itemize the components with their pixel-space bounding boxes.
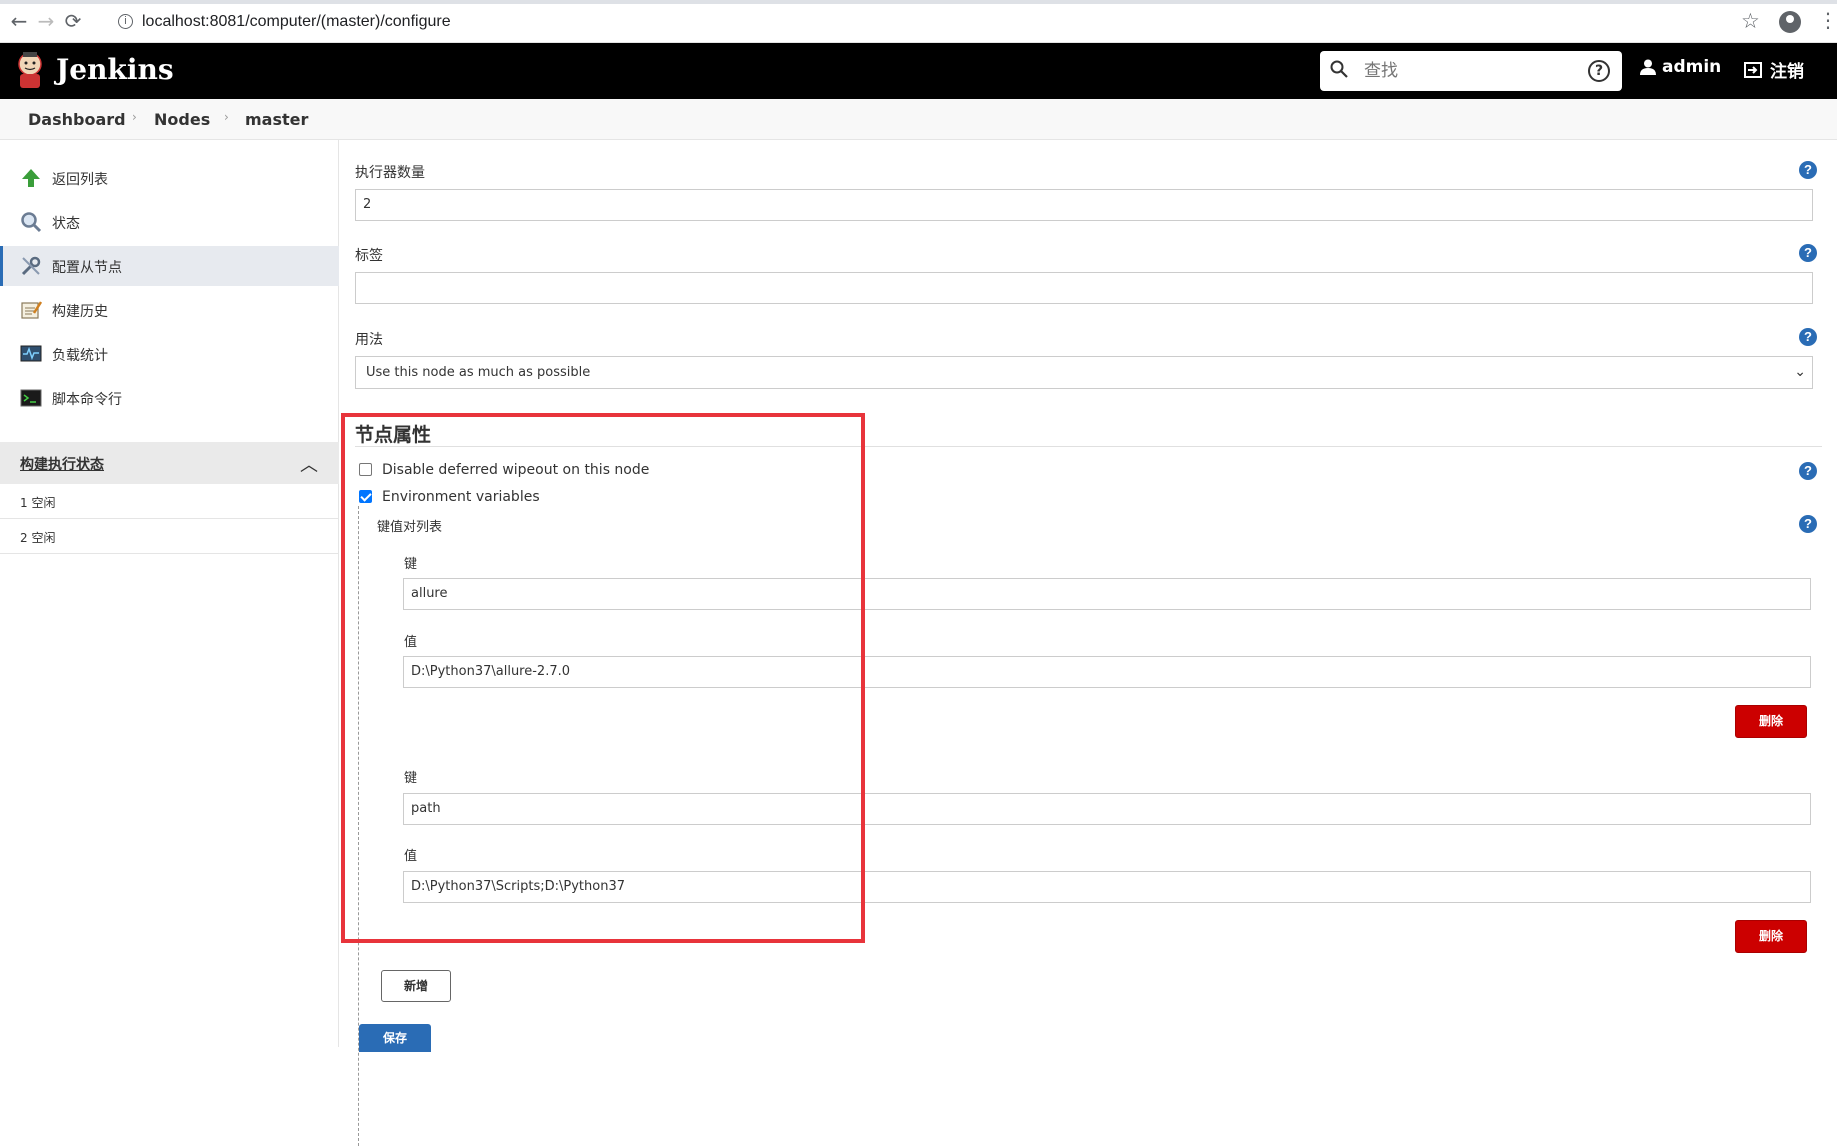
notepad-icon <box>21 301 42 319</box>
reload-icon[interactable]: ⟳ <box>62 10 84 32</box>
collapse-chevron-icon[interactable]: ︿ <box>300 451 318 477</box>
magnifier-icon <box>21 212 42 233</box>
usage-help-icon[interactable]: ? <box>1799 328 1817 346</box>
labels-label: 标签 <box>355 248 383 264</box>
search-help-icon[interactable]: ? <box>1588 60 1610 82</box>
key-label: 键 <box>404 771 418 786</box>
key-label: 键 <box>404 557 418 572</box>
executor-row: 1 空闲 <box>0 484 339 519</box>
env-value-input[interactable]: D:\Python37\Scripts;D:\Python37 <box>403 871 1811 903</box>
site-info-icon[interactable]: i <box>118 14 133 29</box>
user-icon <box>1640 59 1656 75</box>
browser-toolbar: ← → ⟳ i localhost:8081/computer/(master)… <box>0 0 1837 43</box>
executor-row: 2 空闲 <box>0 519 339 554</box>
sidebar-item-configure[interactable]: 配置从节点 <box>0 246 339 286</box>
sidebar-item-status[interactable]: 状态 <box>0 202 339 242</box>
bookmark-star-icon[interactable]: ☆ <box>1741 9 1760 33</box>
sidebar-item-label: 配置从节点 <box>52 260 122 276</box>
sidebar-item-script-console[interactable]: 脚本命令行 <box>0 378 339 418</box>
browser-menu-icon[interactable]: ⋮ <box>1818 8 1837 32</box>
logout-label[interactable]: 注销 <box>1770 57 1804 82</box>
executor-status-text: 2 空闲 <box>20 531 56 545</box>
delete-button[interactable]: 删除 <box>1735 705 1807 738</box>
usage-label: 用法 <box>355 332 383 348</box>
user-menu[interactable]: admin <box>1640 57 1721 77</box>
usage-select[interactable]: Use this node as much as possible ⌄ <box>355 356 1813 389</box>
usage-selected-value: Use this node as much as possible <box>366 365 591 380</box>
up-arrow-icon <box>22 169 40 187</box>
executors-input[interactable]: 2 <box>355 189 1813 221</box>
value-label: 值 <box>404 635 418 650</box>
executors-label: 执行器数量 <box>355 165 425 181</box>
terminal-icon <box>20 389 42 407</box>
env-value-input[interactable]: D:\Python37\allure-2.7.0 <box>403 656 1811 688</box>
monitor-icon <box>20 345 42 362</box>
sidebar-item-label: 状态 <box>52 216 80 232</box>
env-key-input[interactable]: allure <box>403 578 1811 610</box>
sidebar-item-label: 返回列表 <box>52 172 108 188</box>
value-label: 值 <box>404 849 418 864</box>
tab-strip <box>0 0 1837 4</box>
executor-status-header[interactable]: 构建执行状态 ︿ <box>0 442 339 484</box>
env-key-input[interactable]: path <box>403 793 1811 825</box>
jenkins-brand[interactable]: Jenkins <box>56 53 174 86</box>
forward-icon[interactable]: → <box>35 10 57 32</box>
env-vars-label[interactable]: Environment variables <box>382 489 540 505</box>
sidebar-item-label: 负载统计 <box>52 348 108 364</box>
wipeout-help-icon[interactable]: ? <box>1799 462 1817 480</box>
executors-help-icon[interactable]: ? <box>1799 161 1817 179</box>
username[interactable]: admin <box>1662 57 1721 77</box>
search-input[interactable] <box>1362 57 1572 85</box>
add-button[interactable]: 新增 <box>381 970 451 1002</box>
breadcrumb-separator: › <box>224 110 229 124</box>
jenkins-header: Jenkins ? admin 注销 <box>0 43 1837 99</box>
jenkins-logo-icon[interactable] <box>15 50 45 90</box>
breadcrumb-separator: › <box>132 110 137 124</box>
executor-status-title[interactable]: 构建执行状态 <box>20 454 104 474</box>
kv-list-help-icon[interactable]: ? <box>1799 515 1817 533</box>
save-button[interactable]: 保存 <box>359 1024 431 1052</box>
sidebar-item-label: 构建历史 <box>52 304 108 320</box>
search-icon <box>1330 60 1348 78</box>
configure-form: 执行器数量 ? 2 标签 ? 用法 ? Use this node as muc… <box>340 140 1837 1146</box>
breadcrumb-nodes[interactable]: Nodes <box>154 110 210 129</box>
sidebar-item-build-history[interactable]: 构建历史 <box>0 290 339 330</box>
search-box: ? <box>1320 51 1622 91</box>
wrench-icon <box>21 256 41 276</box>
sidebar-item-label: 脚本命令行 <box>52 392 122 408</box>
address-bar[interactable]: localhost:8081/computer/(master)/configu… <box>142 13 451 31</box>
labels-help-icon[interactable]: ? <box>1799 244 1817 262</box>
sidebar-item-load-statistics[interactable]: 负载统计 <box>0 334 339 374</box>
sidebar: 返回列表 状态 配置从节点 构建历史 负载统计 脚本命令行 构建执行状态 ︿ 1… <box>0 140 339 1047</box>
delete-button[interactable]: 删除 <box>1735 920 1807 953</box>
logout-icon <box>1744 61 1762 78</box>
breadcrumb-dashboard[interactable]: Dashboard <box>28 110 126 129</box>
breadcrumb: Dashboard › Nodes › master <box>0 99 1837 140</box>
disable-wipeout-checkbox[interactable] <box>359 463 372 476</box>
chevron-down-icon: ⌄ <box>1794 364 1806 380</box>
node-properties-title: 节点属性 <box>355 424 432 446</box>
section-divider <box>355 446 1822 447</box>
logout-link[interactable]: 注销 <box>1744 57 1804 82</box>
labels-input[interactable] <box>355 272 1813 304</box>
executor-status-text: 1 空闲 <box>20 496 56 510</box>
sidebar-item-back-to-list[interactable]: 返回列表 <box>0 158 339 198</box>
kv-list-label: 键值对列表 <box>377 520 443 535</box>
back-icon[interactable]: ← <box>8 10 30 32</box>
profile-icon[interactable] <box>1779 11 1801 33</box>
env-vars-checkbox[interactable] <box>359 490 372 503</box>
breadcrumb-master[interactable]: master <box>245 110 308 129</box>
disable-wipeout-label[interactable]: Disable deferred wipeout on this node <box>382 462 649 478</box>
